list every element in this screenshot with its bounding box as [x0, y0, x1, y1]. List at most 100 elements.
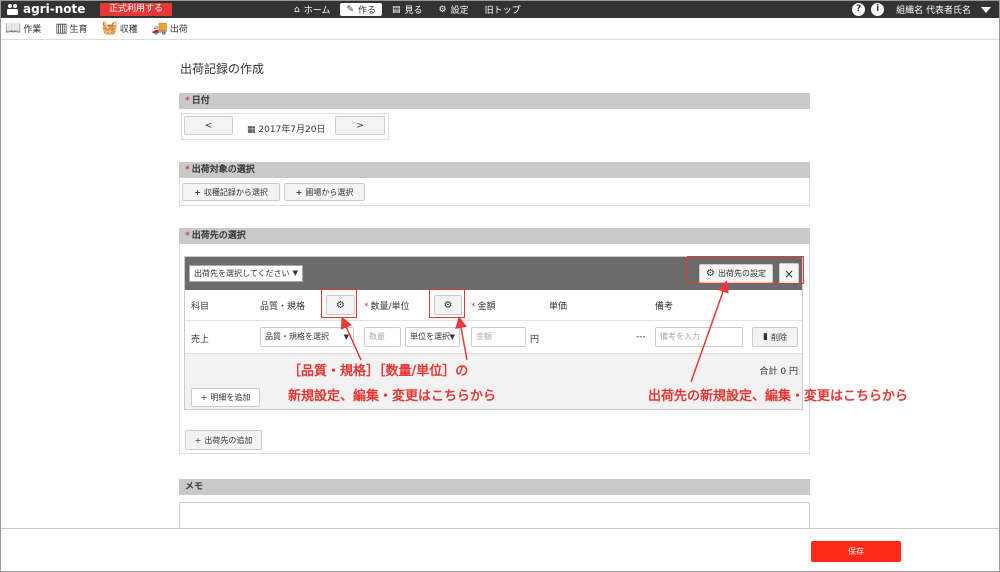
amount-input[interactable]: 金額	[471, 327, 526, 347]
sub-toolbar: 📖 作業 ▥ 生育 🧺 収穫 🚚 出荷	[1, 18, 999, 40]
trash-icon: ▮	[763, 332, 768, 342]
quality-select[interactable]: 品質・規格を選択 ▼	[260, 327, 354, 347]
date-text: 2017年7月20日	[258, 125, 326, 135]
annotation-box-dest-settings	[687, 256, 804, 284]
main-nav: ⌂ ホーム ✎ 作る ▤ 見る ⚙ 設定 旧トップ	[288, 1, 531, 18]
select-from-harvest-button[interactable]: + 収穫記録から選択	[182, 183, 280, 201]
subnav-harvest[interactable]: 🧺 収穫	[102, 21, 138, 36]
add-dest-label: 出荷先の追加	[204, 435, 253, 445]
required-mark: *	[185, 231, 190, 241]
unit-select[interactable]: 単位を選択 ▼	[405, 327, 460, 347]
growth-chart-icon: ▥	[55, 21, 68, 36]
plus-icon: +	[194, 187, 201, 197]
nav-settings-label: 設定	[450, 6, 469, 16]
nav-home-label: ホーム	[303, 6, 331, 16]
note-input[interactable]: 備考を入力	[655, 327, 743, 347]
nav-old-top-label: 旧トップ	[484, 6, 521, 16]
col-quantity-label: 数量/単位	[370, 302, 410, 312]
subnav-growth[interactable]: ▥ 生育	[55, 21, 87, 36]
unit-price-value: ---	[636, 332, 646, 342]
subnav-shipping-label: 出荷	[169, 25, 188, 35]
next-date-button[interactable]: >	[335, 116, 385, 135]
subnav-shipping[interactable]: 🚚 出荷	[152, 21, 188, 36]
quality-select-value: 品質・規格を選択	[265, 332, 329, 341]
save-button[interactable]: 保存	[811, 541, 901, 562]
required-mark: *	[364, 302, 369, 312]
date-value[interactable]: ▦ 2017年7月20日	[247, 122, 325, 135]
yen-label: 円	[530, 335, 540, 345]
book-icon: 📖	[5, 21, 22, 36]
date-section-header: * 日付	[179, 93, 810, 109]
memo-section-header: メモ	[179, 479, 810, 495]
delete-button[interactable]: ▮ 削除	[752, 327, 798, 347]
main-content: 出荷記録の作成 * 日付 < ▦ 2017年7月20日 > * 出荷対象の選択 + 収…	[1, 40, 999, 532]
table-row: 売上 品質・規格を選択 ▼ 数量 単位を選択 ▼ 金額 円 --- 備考を入力 ▮ 削…	[185, 321, 802, 353]
col-unit-price: 単価	[549, 302, 568, 312]
nav-view-label: 見る	[404, 6, 423, 16]
prev-date-button[interactable]: <	[184, 116, 233, 135]
col-amount-label: 金額	[477, 302, 496, 312]
nav-old-top[interactable]: 旧トップ	[479, 3, 527, 16]
truck-icon: 🚚	[151, 21, 168, 36]
annotation-box-quality	[321, 288, 357, 318]
gear-icon: ⚙	[438, 4, 447, 15]
unit-select-value: 単位を選択	[410, 332, 450, 341]
select-from-field-label: 圃場から選択	[305, 187, 354, 197]
calendar-icon: ▦	[247, 125, 256, 135]
add-detail-button[interactable]: + 明細を追加	[191, 388, 260, 407]
bottom-action-bar: 保存	[1, 528, 999, 571]
caret-down-icon: ▼	[343, 333, 349, 341]
chevron-down-icon[interactable]	[981, 6, 991, 13]
dest-select[interactable]: 出荷先を選択してください ▼	[189, 265, 303, 282]
dest-section-header: * 出荷先の選択	[179, 228, 810, 244]
info-icon[interactable]: i	[871, 3, 885, 16]
date-section-title: 日付	[191, 96, 210, 106]
row-subject: 売上	[191, 335, 210, 345]
annotation-text-left-2: 新規設定、編集・変更はこちらから	[288, 389, 497, 404]
plus-icon: +	[200, 393, 208, 402]
logo-text: agri-note	[23, 2, 86, 16]
annotation-text-left-1: ［品質・規格］［数量/単位］の	[288, 364, 469, 379]
help-icon[interactable]: ?	[852, 3, 866, 16]
add-dest-button[interactable]: + 出荷先の追加	[185, 430, 262, 450]
subnav-growth-label: 生育	[69, 25, 88, 35]
nav-settings[interactable]: ⚙ 設定	[433, 3, 475, 17]
nav-home[interactable]: ⌂ ホーム	[288, 3, 336, 17]
col-note: 備考	[655, 302, 674, 312]
plus-icon: +	[295, 187, 303, 197]
nav-create-label: 作る	[358, 6, 377, 16]
select-from-field-button[interactable]: + 圃場から選択	[284, 183, 365, 201]
caret-down-icon: ▼	[449, 333, 455, 341]
required-mark: *	[185, 165, 190, 175]
nav-create[interactable]: ✎ 作る	[340, 3, 383, 16]
top-navbar: agri-note 正式利用する ⌂ ホーム ✎ 作る ▤ 見る ⚙ 設定 旧ト…	[1, 1, 999, 18]
subnav-harvest-label: 収穫	[119, 25, 138, 35]
user-area: ? i 組織名 代表者氏名	[852, 1, 991, 18]
col-quality: 品質・規格	[260, 302, 306, 312]
logo[interactable]: agri-note	[7, 2, 85, 16]
delete-label: 削除	[770, 332, 787, 342]
add-detail-label: 明細を追加	[210, 393, 251, 402]
logo-icon	[7, 3, 19, 15]
annotation-box-unit	[429, 288, 465, 318]
document-icon: ▤	[392, 4, 401, 15]
col-amount: * 金額	[471, 299, 496, 312]
quantity-input[interactable]: 数量	[364, 327, 401, 347]
user-name[interactable]: 組織名 代表者氏名	[896, 3, 971, 16]
basket-icon: 🧺	[101, 21, 118, 36]
select-from-harvest-label: 収穫記録から選択	[203, 187, 268, 197]
plus-icon: +	[194, 435, 202, 445]
required-mark: *	[185, 96, 190, 106]
target-section-header: * 出荷対象の選択	[179, 162, 810, 178]
col-subject: 科目	[191, 302, 210, 312]
table-header: 科目 品質・規格 ⚙ * 数量/単位 ⚙ * 金額 単価 備考	[185, 290, 802, 321]
official-use-button[interactable]: 正式利用する	[100, 3, 172, 16]
col-quantity: * 数量/単位	[364, 299, 410, 312]
memo-section-title: メモ	[185, 482, 204, 492]
nav-view[interactable]: ▤ 見る	[386, 3, 429, 17]
subnav-work[interactable]: 📖 作業	[5, 21, 41, 36]
pencil-icon: ✎	[346, 4, 354, 15]
caret-down-icon: ▼	[292, 269, 298, 277]
total-value: 合計 0 円	[759, 367, 798, 377]
home-icon: ⌂	[294, 4, 300, 15]
